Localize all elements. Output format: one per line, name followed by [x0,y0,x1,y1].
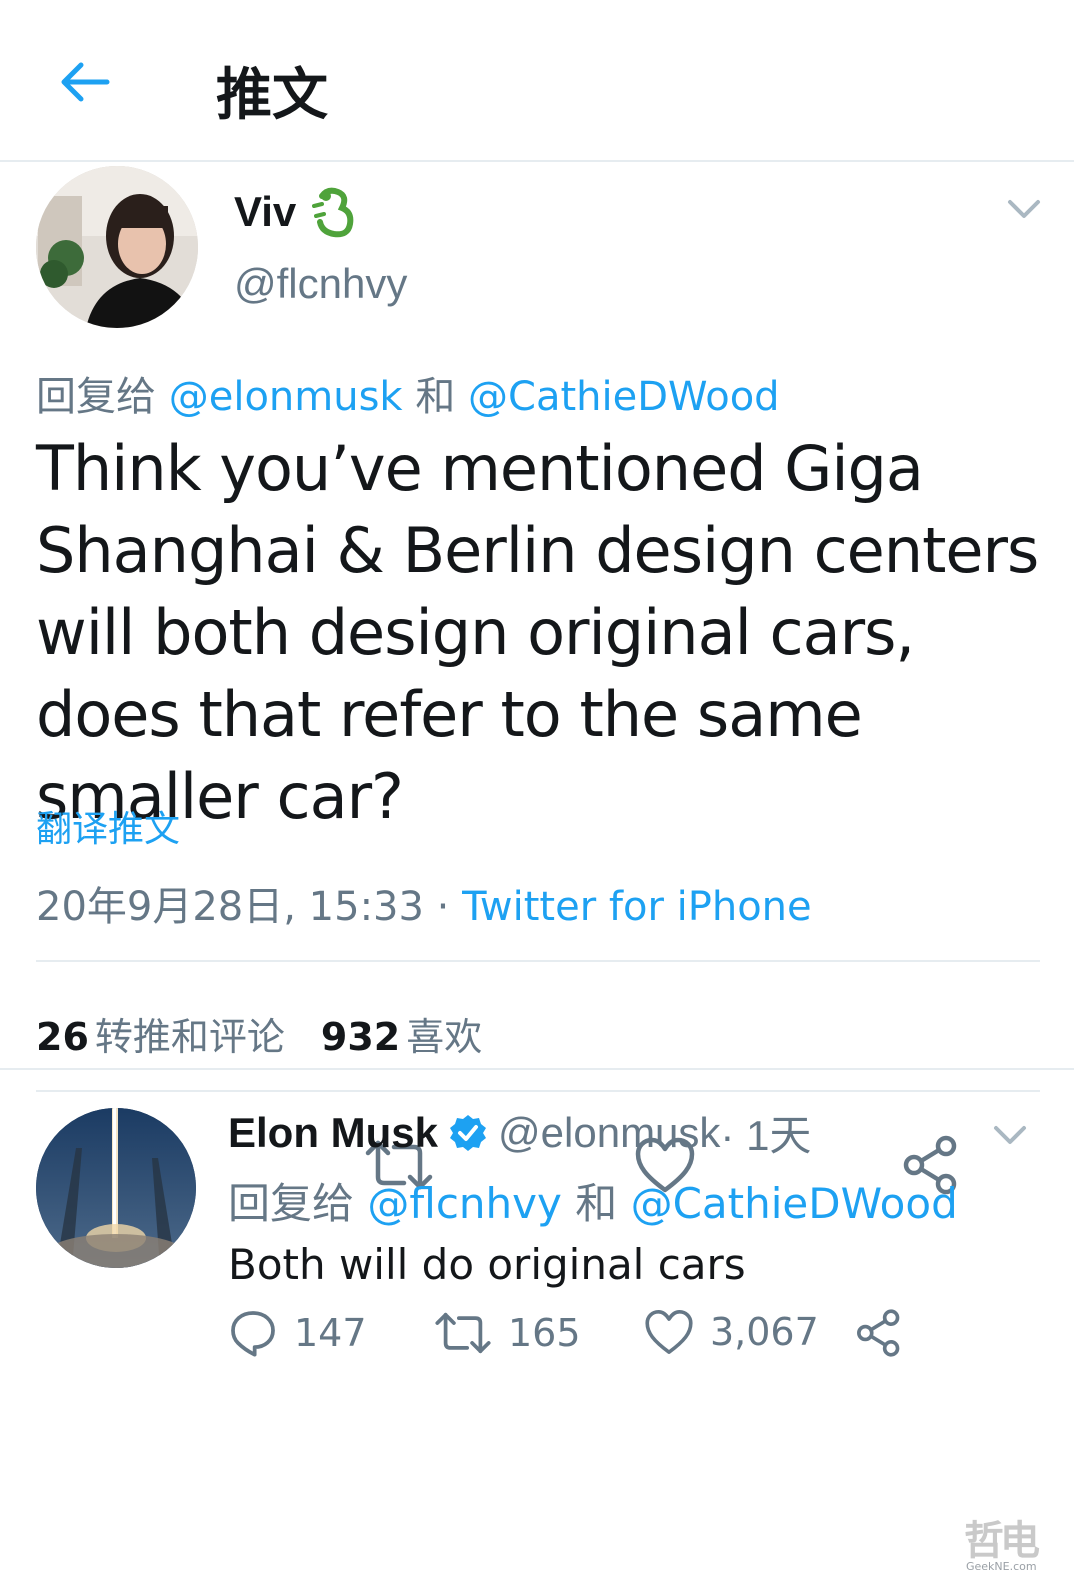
author-handle[interactable]: @flcnhvy [234,260,407,308]
retweet-icon [435,1312,491,1354]
reply-author-row: Elon Musk @elonmusk · 1天 [228,1102,811,1163]
retweet-count: 165 [508,1311,581,1355]
tweet-stats: 26 转推和评论 932 喜欢 [36,1006,482,1061]
share-button[interactable] [854,1308,904,1358]
retweet-button[interactable]: 165 [434,1308,581,1358]
watermark-sub: GeekNE.com [966,1560,1037,1573]
watermark-logo: 哲电 GeekNE.com [964,1508,1068,1590]
reply-time: · 1天 [720,1112,812,1159]
like-label: 喜欢 [406,1015,483,1059]
translate-link[interactable]: 翻译推文 [36,800,180,852]
like-button[interactable]: 3,067 [644,1308,819,1356]
like-count: 3,067 [710,1310,819,1354]
reply-joiner: 和 [415,374,456,420]
chevron-down-icon [994,1126,1026,1144]
watermark-text: 哲电 [964,1518,1040,1564]
meta-separator: · [423,884,463,930]
author-name: Elon Musk [228,1108,439,1156]
tweet-text: Think you’ve mentioned Giga Shanghai & B… [36,432,1039,833]
like-stat[interactable]: 932 喜欢 [321,1015,482,1059]
like-count: 932 [320,1015,401,1059]
reply-button[interactable]: 147 [228,1308,367,1358]
retweet-stat[interactable]: 26 转推和评论 [36,1015,285,1059]
reply-prefix: 回复给 [36,374,156,420]
mention-link[interactable]: @CathieDWood [631,1179,958,1228]
reply-icon [231,1311,275,1357]
reply-prefix: 回复给 [228,1179,355,1228]
avatar[interactable] [36,166,198,328]
mention-link[interactable]: @elonmusk [169,374,403,420]
tweet-meta: 20年9月28日, 15:33 · Twitter for iPhone [36,874,812,932]
tweet-menu-button[interactable] [1004,194,1044,224]
reply-tweet[interactable]: Elon Musk @elonmusk · 1天 回复给 @flcnhvy 和 … [0,1070,1074,1594]
tweet-text: Both will do original cars [228,1240,746,1289]
like-icon [645,1310,693,1354]
share-icon [857,1309,900,1357]
author-handle[interactable]: @elonmusk [498,1109,720,1157]
source-link[interactable]: Twitter for iPhone [462,884,812,930]
dragon-emoji-icon [312,187,354,238]
divider [36,960,1040,962]
tweet-menu-button[interactable] [990,1120,1030,1150]
reply-action-bar: 147 165 3,067 [228,1308,928,1368]
retweet-label: 转推和评论 [94,1015,285,1059]
verified-badge-icon [450,1114,487,1151]
app-header: 推文 [0,0,1074,162]
reply-joiner: 和 [575,1179,618,1228]
mention-link[interactable]: @CathieDWood [468,374,780,420]
chevron-down-icon [1008,200,1040,218]
author-name-row: Viv [234,186,358,238]
author-name: Viv [234,188,297,235]
reply-context: 回复给 @elonmusk 和 @CathieDWood [36,364,780,422]
back-arrow-icon [61,62,110,102]
mention-link[interactable]: @flcnhvy [367,1179,562,1228]
avatar[interactable] [36,1108,196,1268]
avatar-viv-image [36,166,198,328]
reply-count: 147 [294,1311,367,1355]
back-button[interactable] [52,50,116,114]
timestamp: 20年9月28日, 15:33 [36,884,424,930]
avatar-musk-image [36,1108,196,1268]
reply-context: 回复给 @flcnhvy 和 @CathieDWood [228,1170,958,1231]
retweet-count: 26 [36,1015,89,1059]
page-title: 推文 [216,63,328,128]
